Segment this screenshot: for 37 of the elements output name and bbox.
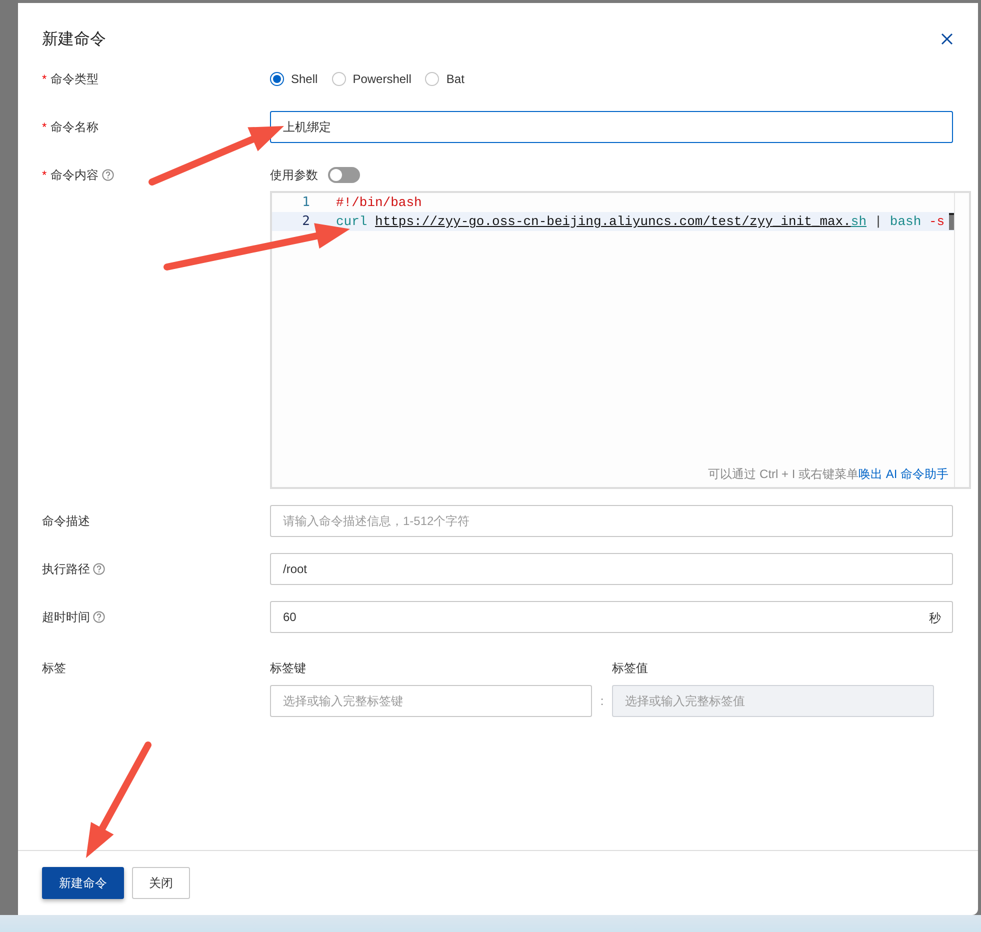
dialog-title: 新建命令 xyxy=(42,30,106,50)
close-icon[interactable] xyxy=(940,32,954,46)
toggle-switch[interactable] xyxy=(328,167,360,183)
line-number: 2 xyxy=(301,214,310,229)
field-label: 命令描述 xyxy=(42,512,90,530)
column-header: 标签值 xyxy=(612,660,649,676)
line-number: 1 xyxy=(301,195,310,210)
field-label: 命令名称 xyxy=(50,118,99,136)
radio-option[interactable]: Powershell xyxy=(332,72,412,86)
help-icon[interactable] xyxy=(102,169,114,181)
column-header: 标签键 xyxy=(270,660,307,676)
code-line: curl https://zyy-go.oss-cn-beijing.aliyuncs.com/test/zyy_init_max.sh | bash -s xyxy=(336,213,955,230)
field-label: 执行路径 xyxy=(42,553,105,585)
unit-label: 秒 xyxy=(929,610,941,627)
text-field[interactable]: 请输入命令描述信息，1-512个字符 xyxy=(270,505,953,537)
code-line: #!/bin/bash xyxy=(336,195,422,210)
field-label: 命令内容 xyxy=(50,159,114,191)
text-field[interactable]: /root xyxy=(270,553,953,585)
create-button[interactable]: 新建命令 xyxy=(42,867,124,899)
assistant-link[interactable]: 唤出 AI 命令助手 xyxy=(858,467,949,481)
close-button[interactable]: 关闭 xyxy=(132,867,190,899)
field-label: 超时时间 xyxy=(42,601,105,633)
hint-text: 可以通过 Ctrl + I 或右键菜单唤出 AI 命令助手 xyxy=(707,466,949,483)
toggle-label: 使用参数 xyxy=(270,166,318,184)
tag-key-field[interactable]: 选择或输入完整标签键 xyxy=(270,685,592,717)
required-mark: * xyxy=(42,167,47,184)
help-icon[interactable] xyxy=(93,563,105,575)
field-label: 命令类型 xyxy=(50,70,99,88)
code-editor[interactable]: 1 #!/bin/bash 2 curl https://zyy-go.oss-cn-beijing.aliyuncs.com/test/zyy_init_max.sh | bash -s 可以通过 Ctrl + I 或右键菜单唤出 AI 命令助手 xyxy=(270,191,971,489)
radio-option[interactable]: Bat xyxy=(425,72,464,86)
help-icon[interactable] xyxy=(93,611,105,623)
required-mark: * xyxy=(42,71,47,88)
separator: : xyxy=(599,693,605,710)
required-mark: * xyxy=(42,119,47,136)
field-label: 标签 xyxy=(42,660,66,676)
name-field[interactable]: 上机绑定 xyxy=(270,111,953,143)
radio-option[interactable]: Shell xyxy=(270,72,318,86)
